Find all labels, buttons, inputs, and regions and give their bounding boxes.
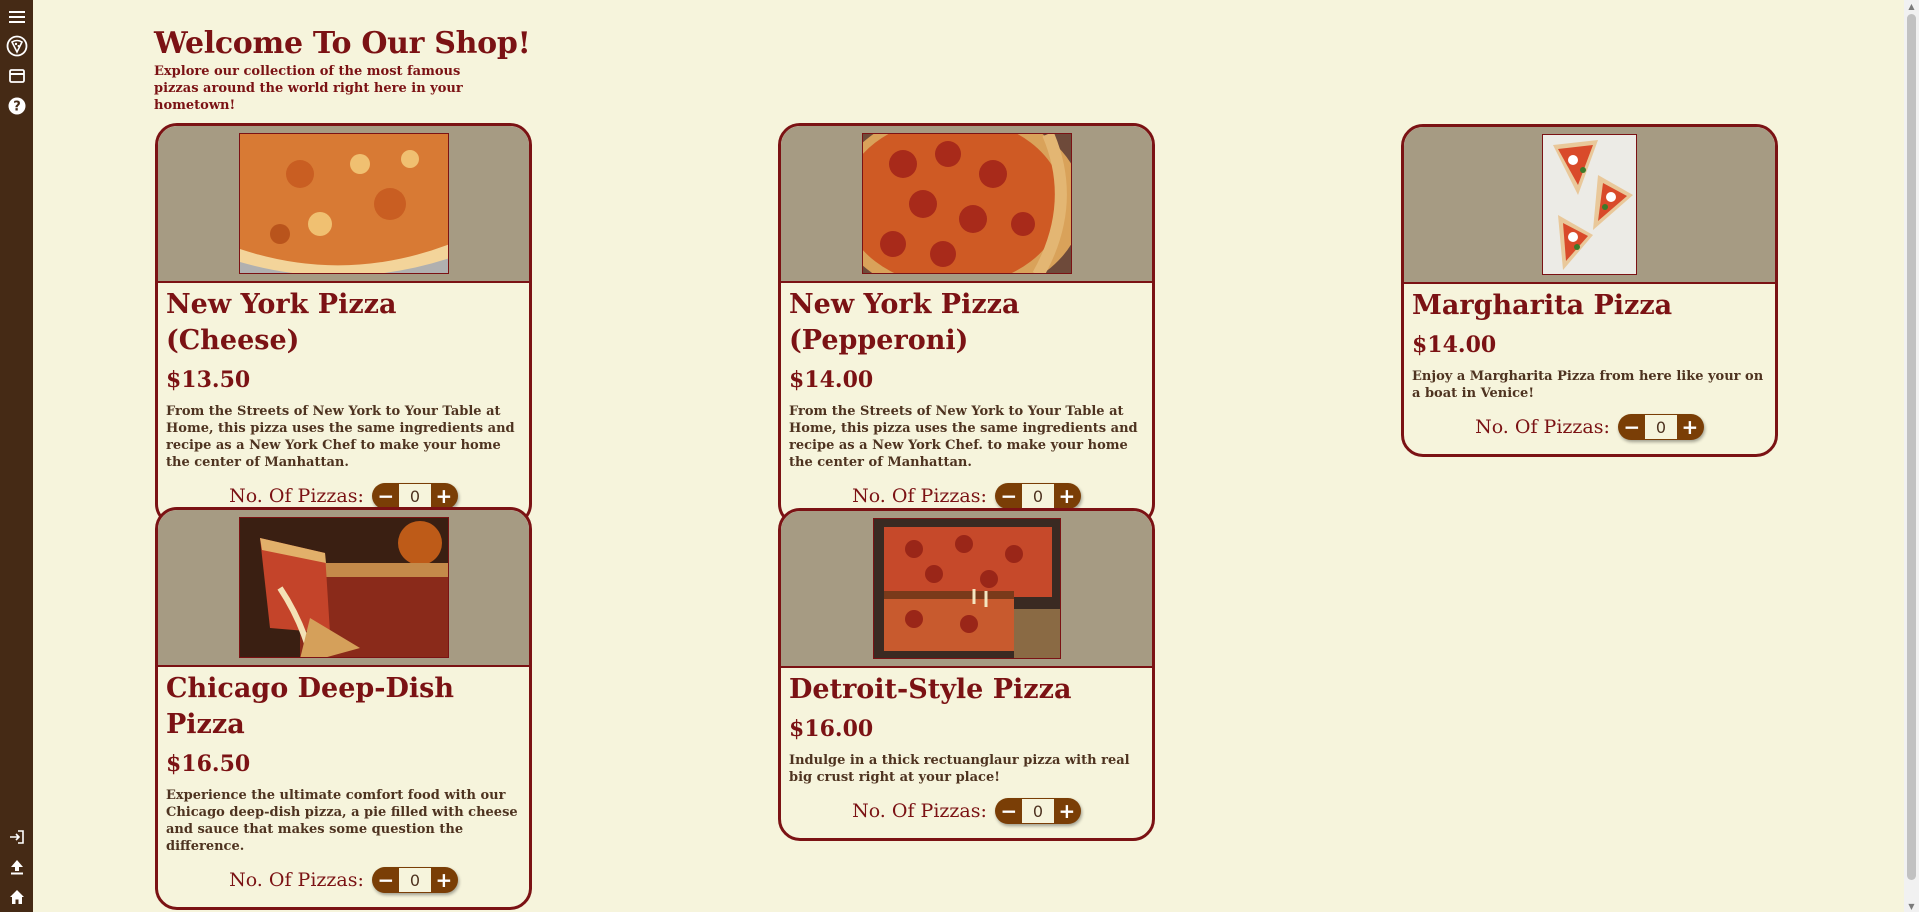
svg-text:?: ? (13, 99, 21, 114)
card-icon[interactable] (5, 64, 28, 87)
product-price: $16.00 (789, 716, 874, 742)
increment-button[interactable]: + (1056, 484, 1078, 508)
product-image-panel (781, 126, 1152, 283)
login-icon[interactable] (5, 825, 28, 848)
scrollbar-thumb[interactable] (1907, 14, 1916, 880)
quantity-input[interactable] (398, 484, 431, 508)
product-name: Margharita Pizza (1412, 290, 1673, 321)
product-card-body: New York Pizza (Pepperoni) $14.00 From t… (781, 283, 1152, 523)
quantity-label: No. Of Pizzas: (229, 869, 364, 891)
product-image-panel (158, 510, 529, 667)
quantity-row: No. Of Pizzas: − + (166, 483, 521, 509)
product-card: Chicago Deep-Dish Pizza $16.50 Experienc… (155, 507, 532, 910)
quantity-label: No. Of Pizzas: (1475, 416, 1610, 438)
quantity-stepper: − + (994, 798, 1081, 824)
product-name: New York Pizza (Pepperoni) (789, 289, 1020, 356)
page-header: Welcome To Our Shop! Explore our collect… (154, 26, 531, 114)
quantity-stepper: − + (371, 867, 458, 893)
scroll-down-arrow[interactable]: ▼ (1904, 900, 1919, 912)
product-card-body: Chicago Deep-Dish Pizza $16.50 Experienc… (158, 667, 529, 907)
pizza-image (861, 133, 1072, 274)
product-card: Margharita Pizza $14.00 Enjoy a Marghari… (1401, 124, 1778, 457)
quantity-stepper: − + (371, 483, 458, 509)
pizza-icon[interactable] (5, 34, 28, 57)
increment-button[interactable]: + (433, 868, 455, 892)
decrement-button[interactable]: − (1621, 415, 1643, 439)
increment-button[interactable]: + (433, 484, 455, 508)
home-icon[interactable] (5, 885, 28, 908)
product-image-panel (1404, 127, 1775, 284)
vertical-scrollbar[interactable]: ▲ ▼ (1904, 0, 1919, 912)
product-description: Indulge in a thick rectuanglaur pizza wi… (789, 753, 1130, 785)
product-name: Chicago Deep-Dish Pizza (166, 673, 454, 740)
product-image-panel (158, 126, 529, 283)
product-price: $13.50 (166, 367, 251, 393)
decrement-button[interactable]: − (375, 484, 397, 508)
product-name: New York Pizza (Cheese) (166, 289, 397, 356)
pizza-image (238, 133, 449, 274)
product-description: Experience the ultimate comfort food wit… (166, 788, 518, 854)
product-name: Detroit-Style Pizza (789, 674, 1072, 705)
product-price: $14.00 (1412, 332, 1497, 358)
upload-icon[interactable] (5, 855, 28, 878)
menu-icon[interactable] (5, 5, 28, 28)
product-card-body: New York Pizza (Cheese) $13.50 From the … (158, 283, 529, 523)
product-card-body: Margharita Pizza $14.00 Enjoy a Marghari… (1404, 284, 1775, 454)
product-description: From the Streets of New York to Your Tab… (789, 404, 1138, 470)
quantity-stepper: − + (994, 483, 1081, 509)
pizza-image (238, 517, 449, 658)
pizza-image (872, 518, 1061, 659)
quantity-input[interactable] (1644, 415, 1677, 439)
product-price: $14.00 (789, 367, 874, 393)
product-card: New York Pizza (Pepperoni) $14.00 From t… (778, 123, 1155, 526)
quantity-input[interactable] (1021, 484, 1054, 508)
product-price: $16.50 (166, 751, 251, 777)
sidebar: ? (0, 0, 33, 912)
pizza-image (1542, 134, 1637, 275)
quantity-row: No. Of Pizzas: − + (1412, 414, 1767, 440)
product-image-panel (781, 511, 1152, 668)
product-description: Enjoy a Margharita Pizza from here like … (1412, 369, 1764, 401)
help-icon[interactable]: ? (5, 94, 28, 117)
increment-button[interactable]: + (1056, 799, 1078, 823)
quantity-label: No. Of Pizzas: (852, 485, 987, 507)
increment-button[interactable]: + (1679, 415, 1701, 439)
product-card: Detroit-Style Pizza $16.00 Indulge in a … (778, 508, 1155, 841)
quantity-row: No. Of Pizzas: − + (166, 867, 521, 893)
decrement-button[interactable]: − (375, 868, 397, 892)
decrement-button[interactable]: − (998, 484, 1020, 508)
quantity-input[interactable] (398, 868, 431, 892)
quantity-row: No. Of Pizzas: − + (789, 483, 1144, 509)
product-card-body: Detroit-Style Pizza $16.00 Indulge in a … (781, 668, 1152, 838)
page-title: Welcome To Our Shop! (154, 26, 531, 61)
quantity-label: No. Of Pizzas: (229, 485, 364, 507)
product-description: From the Streets of New York to Your Tab… (166, 404, 515, 470)
scroll-up-arrow[interactable]: ▲ (1904, 0, 1919, 12)
quantity-stepper: − + (1617, 414, 1704, 440)
quantity-row: No. Of Pizzas: − + (789, 798, 1144, 824)
quantity-label: No. Of Pizzas: (852, 800, 987, 822)
page-subtitle: Explore our collection of the most famou… (154, 64, 463, 113)
decrement-button[interactable]: − (998, 799, 1020, 823)
product-card: New York Pizza (Cheese) $13.50 From the … (155, 123, 532, 526)
quantity-input[interactable] (1021, 799, 1054, 823)
